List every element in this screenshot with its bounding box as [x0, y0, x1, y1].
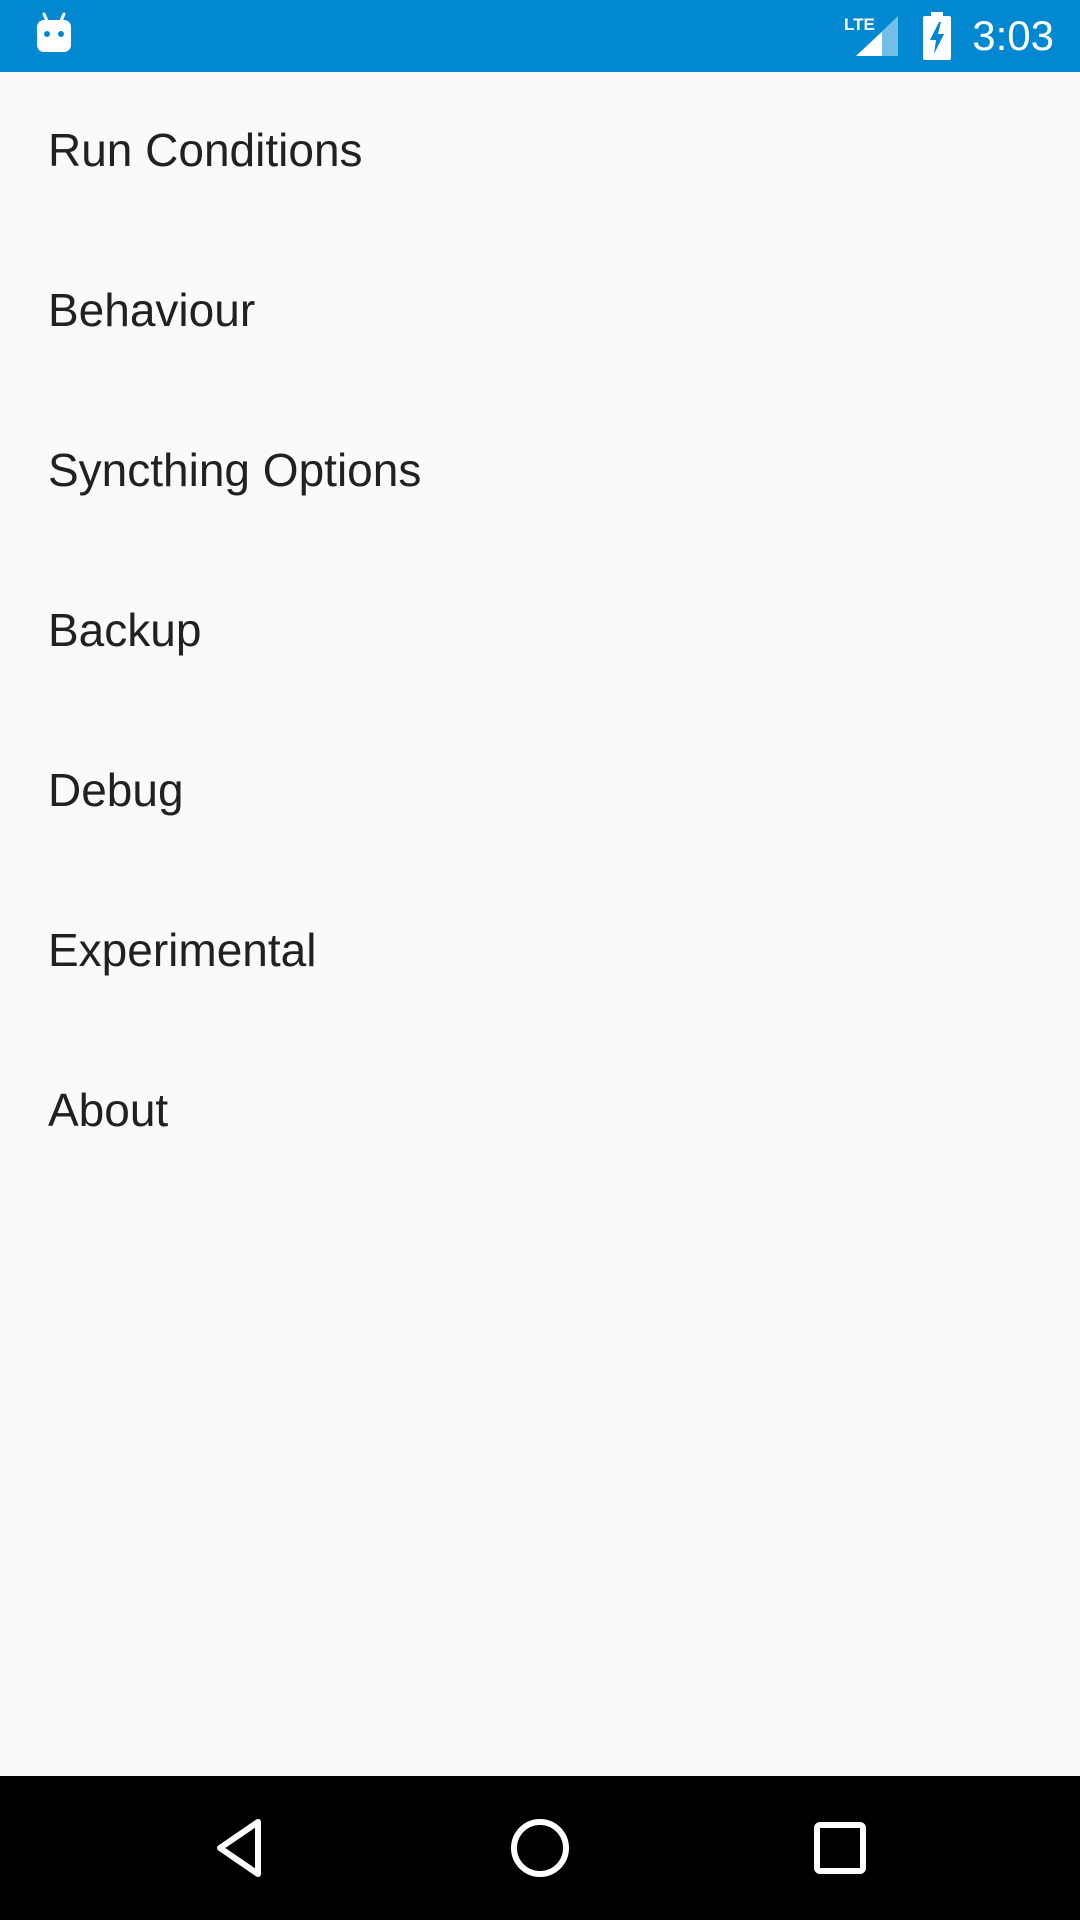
- android-debug-icon: [37, 12, 71, 52]
- status-bar: LTE 3:03: [0, 0, 1080, 72]
- pref-item-experimental[interactable]: Experimental: [0, 872, 1080, 1032]
- cell-signal-icon: LTE: [844, 15, 898, 56]
- pref-item-label: Syncthing Options: [48, 444, 422, 496]
- pref-item-about[interactable]: About: [0, 1032, 1080, 1192]
- back-triangle-icon: [217, 1819, 261, 1877]
- pref-item-debug[interactable]: Debug: [0, 712, 1080, 872]
- pref-item-label: Backup: [48, 604, 202, 656]
- settings-screen: LTE 3:03 Run Conditions Behaviour Syncth…: [0, 0, 1080, 1920]
- recents-button[interactable]: [740, 1776, 940, 1920]
- home-button[interactable]: [440, 1776, 640, 1920]
- pref-item-label: Behaviour: [48, 284, 256, 336]
- battery-charging-icon: [923, 12, 951, 60]
- pref-item-label: Debug: [48, 764, 184, 816]
- pref-item-run-conditions[interactable]: Run Conditions: [0, 72, 1080, 232]
- navigation-bar: [0, 1776, 1080, 1920]
- pref-item-label: Run Conditions: [48, 124, 363, 176]
- back-button[interactable]: [140, 1776, 340, 1920]
- preference-list: Run Conditions Behaviour Syncthing Optio…: [0, 72, 1080, 1192]
- pref-item-syncthing-options[interactable]: Syncthing Options: [0, 392, 1080, 552]
- network-type-label: LTE: [844, 15, 875, 34]
- recents-square-icon: [814, 1822, 866, 1874]
- pref-item-backup[interactable]: Backup: [0, 552, 1080, 712]
- pref-item-label: About: [48, 1084, 169, 1136]
- pref-item-label: Experimental: [48, 924, 317, 976]
- status-clock: 3:03: [972, 12, 1054, 59]
- pref-item-behaviour[interactable]: Behaviour: [0, 232, 1080, 392]
- home-circle-icon: [511, 1819, 569, 1877]
